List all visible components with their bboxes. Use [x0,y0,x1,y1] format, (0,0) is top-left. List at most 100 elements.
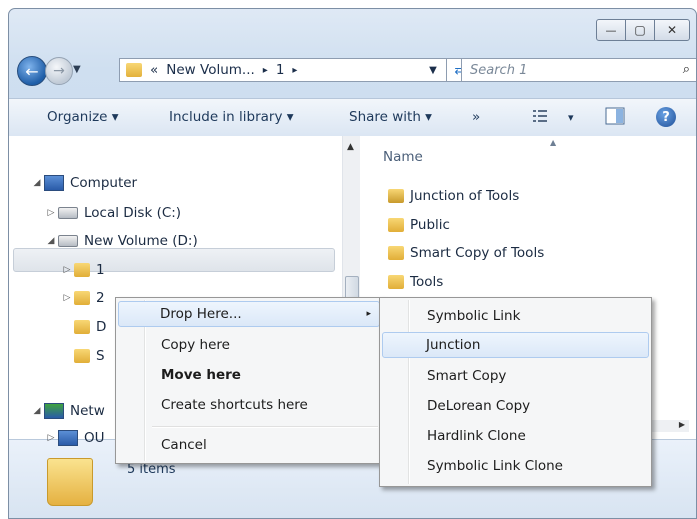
menu-item-label: Drop Here... [160,306,242,322]
junction-folder-icon [388,189,404,203]
command-bar: Organize ▾ Include in library ▾ Share wi… [9,98,696,137]
share-with-button[interactable]: Share with ▾ [349,109,432,125]
scroll-up-icon[interactable]: ▲ [347,142,354,152]
tree-item-s[interactable]: S [74,345,105,367]
tree-item-local-disk[interactable]: ▷ Local Disk (C:) [44,202,182,224]
tree-item-network-computer[interactable]: ▷ OU [44,427,105,449]
tree-label: 1 [96,262,105,278]
tree-item-d[interactable]: D [74,316,106,338]
minimize-icon: — [605,23,617,37]
breadcrumb-1[interactable]: 1 [276,62,285,78]
menu-item-label: Hardlink Clone [427,428,526,444]
tree-item-network[interactable]: ◢ Netw [30,400,105,422]
forward-button[interactable]: → [45,57,73,85]
maximize-button[interactable]: ▢ [625,19,655,41]
tree-item-new-volume[interactable]: ◢ New Volume (D:) [44,230,198,252]
folder-icon [126,63,142,77]
collapsed-arrow-icon[interactable]: ▷ [44,208,58,218]
file-item[interactable]: Public [388,214,450,236]
menu-item-label: Cancel [161,437,207,453]
tree-label: 2 [96,290,105,306]
recent-pages-dropdown[interactable]: ▼ [73,64,81,75]
folder-icon [74,320,90,334]
file-label: Public [410,217,450,233]
breadcrumb-separator-icon[interactable]: ▸ [263,65,268,76]
folder-icon [388,275,404,289]
sort-ascending-icon: ▲ [550,138,557,147]
folder-icon [74,263,90,277]
tree-label: S [96,348,105,364]
submenu-item-symbolic-link-clone[interactable]: Symbolic Link Clone [382,453,649,479]
file-label: Tools [410,274,444,290]
window-controls: — ▢ ✕ [596,19,690,41]
drop-here-submenu: Symbolic Link Junction Smart Copy DeLore… [379,297,652,487]
close-button[interactable]: ✕ [654,19,690,41]
include-in-library-button[interactable]: Include in library ▾ [169,109,294,125]
submenu-item-junction[interactable]: Junction [382,332,649,358]
address-overflow[interactable]: « [150,62,158,78]
expanded-arrow-icon[interactable]: ◢ [30,406,44,416]
organize-button[interactable]: Organize ▾ [47,109,119,125]
file-item[interactable]: Junction of Tools [388,185,519,207]
menu-item-move-here[interactable]: Move here [118,362,380,388]
menu-item-cancel[interactable]: Cancel [118,432,380,458]
item-count: 5 items [127,462,176,477]
tree-label: Local Disk (C:) [84,205,182,221]
menu-item-copy-here[interactable]: Copy here [118,332,380,358]
menu-item-label: Copy here [161,337,230,353]
folder-icon [74,291,90,305]
tree-label: D [96,319,107,335]
computer-icon [44,175,64,191]
address-dropdown-icon[interactable]: ▼ [422,59,444,81]
search-placeholder: Search 1 [470,62,528,78]
folder-large-icon [47,458,93,506]
folder-icon [388,246,404,260]
menu-separator [152,426,378,428]
column-header-name[interactable]: Name [383,149,423,165]
submenu-arrow-icon: ▸ [366,309,371,319]
expanded-arrow-icon[interactable]: ◢ [44,236,58,246]
tree-item-1[interactable]: ▷ 1 [60,259,105,281]
network-icon [44,403,64,419]
menu-item-label: Smart Copy [427,368,507,384]
menu-item-label: DeLorean Copy [427,398,531,414]
file-item[interactable]: Smart Copy of Tools [388,242,544,264]
collapsed-arrow-icon[interactable]: ▷ [60,265,74,275]
menu-item-drop-here[interactable]: Drop Here... ▸ [118,301,380,327]
submenu-item-symbolic-link[interactable]: Symbolic Link [382,303,649,329]
search-input[interactable]: Search 1 ⌕ [461,58,696,82]
menu-item-label: Junction [426,337,481,353]
close-icon: ✕ [666,23,678,37]
tree-label: OU [84,430,105,446]
disk-icon [58,207,78,219]
more-commands-button[interactable]: » [472,109,480,125]
context-menu: Drop Here... ▸ Copy here Move here Creat… [115,297,383,464]
folder-icon [74,349,90,363]
address-bar[interactable]: « New Volum... ▸ 1 ▸ ▼ [119,58,447,82]
back-button[interactable]: ← [17,56,47,86]
submenu-item-smart-copy[interactable]: Smart Copy [382,363,649,389]
submenu-item-hardlink-clone[interactable]: Hardlink Clone [382,423,649,449]
file-item[interactable]: Tools [388,271,443,293]
menu-item-create-shortcuts[interactable]: Create shortcuts here [118,392,380,418]
tree-item-computer[interactable]: ◢ Computer [30,172,137,194]
search-icon[interactable]: ⌕ [683,62,690,77]
help-icon[interactable]: ? [656,107,676,127]
collapsed-arrow-icon[interactable]: ▷ [44,433,58,443]
scroll-right-icon[interactable]: ▶ [652,420,689,432]
tree-label: New Volume (D:) [84,233,198,249]
collapsed-arrow-icon[interactable]: ▷ [60,293,74,303]
forward-arrow-icon: → [53,63,65,79]
submenu-item-delorean-copy[interactable]: DeLorean Copy [382,393,649,419]
preview-pane-icon[interactable] [605,107,625,125]
menu-item-label: Symbolic Link Clone [427,458,563,474]
breadcrumb-separator-icon[interactable]: ▸ [292,65,297,76]
expanded-arrow-icon[interactable]: ◢ [30,178,44,188]
minimize-button[interactable]: — [596,19,626,41]
breadcrumb-new-volume[interactable]: New Volum... [166,62,255,78]
views-dropdown-icon[interactable]: ▾ [568,111,574,124]
tree-item-2[interactable]: ▷ 2 [60,287,105,309]
views-icon[interactable] [531,107,549,125]
back-arrow-icon: ← [25,61,39,81]
navigation-bar: ← → ▼ « New Volum... ▸ 1 ▸ ▼ ⇄ Search 1 … [13,54,696,88]
